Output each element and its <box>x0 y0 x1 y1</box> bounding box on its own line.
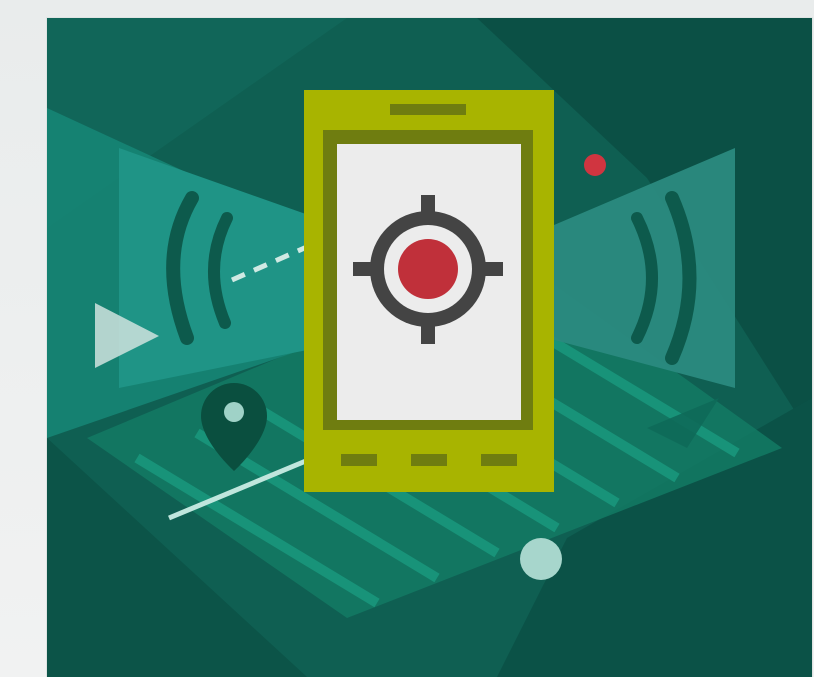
mobile-location-illustration <box>47 18 812 677</box>
phone-button-2 <box>411 454 447 466</box>
target-center <box>398 239 458 299</box>
phone-button-3 <box>481 454 517 466</box>
content-frame <box>0 0 814 677</box>
phone-button-1 <box>341 454 377 466</box>
light-dot <box>520 538 562 580</box>
red-accent-dot <box>584 154 606 176</box>
phone-speaker <box>390 104 466 115</box>
illustration-canvas <box>47 18 812 677</box>
